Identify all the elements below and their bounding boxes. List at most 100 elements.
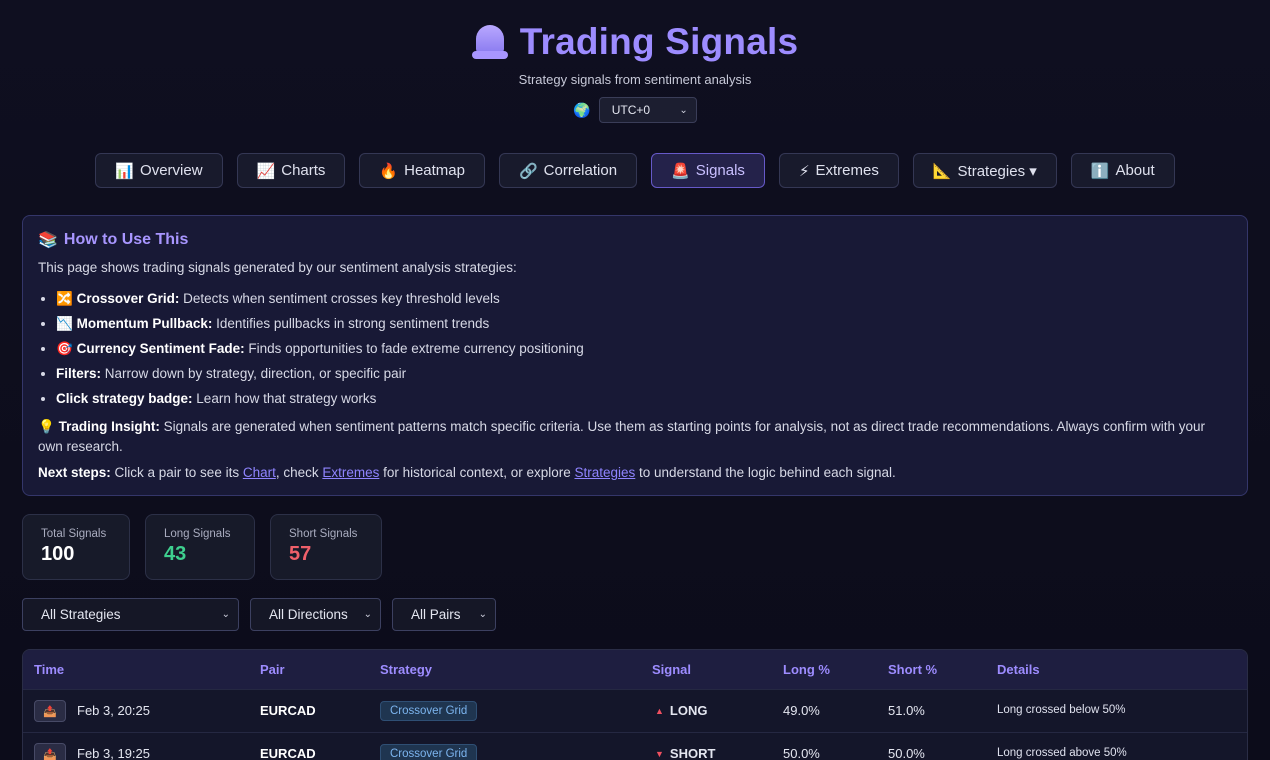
lightning-icon: ⚡ — [798, 162, 810, 180]
list-item: 🔀 Crossover Grid: Detects when sentiment… — [56, 286, 1232, 311]
chevron-down-icon: ⌄ — [679, 104, 688, 116]
stat-value: 43 — [164, 543, 187, 565]
chart-bar-icon: 📊 — [115, 162, 135, 180]
page-subtitle: Strategy signals from sentiment analysis — [518, 72, 752, 87]
trading-insight: 💡 Trading Insight: Signals are generated… — [38, 417, 1232, 457]
export-icon[interactable]: 📤 — [34, 700, 66, 722]
row-time: Feb 3, 20:25 — [77, 703, 150, 718]
col-time[interactable]: Time — [34, 662, 64, 677]
row-details: Long crossed above 50% — [997, 747, 1127, 759]
insight-text: Signals are generated when sentiment pat… — [38, 419, 1206, 454]
tab-label: About — [1115, 162, 1155, 179]
next-text: for historical context, or explore — [379, 465, 575, 480]
item-text: Learn how that strategy works — [192, 391, 377, 406]
col-strategy[interactable]: Strategy — [380, 662, 432, 677]
row-signal: ▲ LONG — [655, 703, 707, 718]
tab-charts[interactable]: 📈 Charts — [236, 153, 346, 188]
row-signal: ▼ SHORT — [655, 746, 715, 760]
triangle-down-icon: ▼ — [655, 748, 664, 759]
list-item: 📉 Momentum Pullback: Identifies pullback… — [56, 311, 1232, 336]
timezone-select[interactable]: UTC+0 ⌄ — [598, 97, 697, 123]
strategies-link[interactable]: Strategies — [574, 465, 635, 480]
title-row: Trading Signals — [0, 20, 1270, 64]
table-row[interactable]: 📤 Feb 3, 20:25 EURCAD Crossover Grid ▲ LO… — [23, 689, 1247, 732]
insight-title: Trading Insight: — [58, 419, 160, 434]
item-text: Identifies pullbacks in strong sentiment… — [212, 316, 490, 331]
col-signal[interactable]: Signal — [652, 662, 691, 677]
how-to-title: How to Use This — [63, 231, 189, 248]
tab-heatmap[interactable]: 🔥 Heatmap — [359, 153, 485, 188]
table-row[interactable]: 📤 Feb 3, 19:25 EURCAD Crossover Grid ▼ SH… — [23, 732, 1247, 760]
triangle-up-icon: ▲ — [655, 705, 664, 716]
row-pair[interactable]: EURCAD — [260, 703, 316, 718]
next-text: to understand the logic behind each sign… — [635, 465, 896, 480]
next-text: Click a pair to see its — [110, 465, 243, 480]
lightbulb-icon: 💡 — [38, 419, 55, 434]
item-text: Finds opportunities to fade extreme curr… — [244, 341, 584, 356]
pair-filter-select[interactable]: All Pairs ⌄ — [392, 598, 496, 631]
item-title: Momentum Pullback: — [76, 316, 213, 331]
row-short-pct: 51.0% — [888, 703, 925, 718]
stat-short-signals: Short Signals 57 — [270, 514, 382, 580]
col-long[interactable]: Long % — [783, 662, 830, 677]
main-nav: 📊 Overview 📈 Charts 🔥 Heatmap 🔗 Correlation … — [0, 153, 1270, 188]
row-long-pct: 49.0% — [783, 703, 820, 718]
chart-up-icon: 📈 — [256, 162, 276, 180]
stat-label: Long Signals — [164, 528, 231, 540]
timezone-row: 🌍 UTC+0 ⌄ — [0, 97, 1270, 123]
strategy-badge[interactable]: Crossover Grid — [380, 701, 478, 721]
signals-table: Time Pair Strategy Signal Long % Short %… — [22, 649, 1248, 760]
chart-link[interactable]: Chart — [243, 465, 276, 480]
info-icon: ℹ️ — [1090, 162, 1110, 180]
item-title: Currency Sentiment Fade: — [76, 341, 245, 356]
tab-about[interactable]: ℹ️ About — [1070, 153, 1175, 188]
filter-value: All Pairs — [411, 607, 461, 622]
tab-overview[interactable]: 📊 Overview — [95, 153, 223, 188]
tab-label: Extremes — [815, 162, 879, 179]
row-pair[interactable]: EURCAD — [260, 746, 316, 760]
list-item: Click strategy badge: Learn how that str… — [56, 386, 1232, 411]
tab-strategies[interactable]: 📐 Strategies ▾ — [912, 153, 1057, 188]
page-header: Trading Signals Strategy signals from se… — [0, 0, 1270, 123]
link-icon: 🔗 — [518, 162, 538, 180]
how-to-intro: This page shows trading signals generate… — [38, 260, 517, 275]
filter-bar: All Strategies ⌄ All Directions ⌄ All Pair… — [22, 598, 496, 631]
extremes-link[interactable]: Extremes — [322, 465, 379, 480]
stat-value: 100 — [41, 543, 75, 565]
how-to-heading: 📚 How to Use This — [38, 230, 1232, 250]
tab-label: Strategies ▾ — [957, 162, 1037, 180]
direction-filter-select[interactable]: All Directions ⌄ — [250, 598, 381, 631]
triangle-ruler-icon: 📐 — [932, 162, 952, 180]
timezone-value: UTC+0 — [611, 103, 651, 117]
tab-correlation[interactable]: 🔗 Correlation — [498, 153, 638, 188]
crossover-icon: 🔀 — [56, 291, 73, 306]
tab-label: Correlation — [543, 162, 618, 179]
item-title: Filters: — [56, 366, 102, 381]
tab-extremes[interactable]: ⚡ Extremes — [778, 153, 899, 188]
bell-icon — [471, 23, 508, 61]
page-title: Trading Signals — [519, 21, 799, 62]
tab-label: Charts — [281, 162, 326, 179]
globe-icon: 🌍 — [573, 101, 591, 118]
stat-long-signals: Long Signals 43 — [145, 514, 255, 580]
filter-value: All Strategies — [41, 607, 121, 622]
stat-label: Total Signals — [41, 528, 107, 540]
strategy-badge[interactable]: Crossover Grid — [380, 744, 478, 760]
row-long-pct: 50.0% — [783, 746, 820, 760]
tab-signals[interactable]: 🚨 Signals — [651, 153, 765, 188]
target-icon: 🎯 — [56, 341, 73, 356]
col-details[interactable]: Details — [997, 662, 1040, 677]
col-short[interactable]: Short % — [888, 662, 937, 677]
stat-value: 57 — [289, 543, 312, 565]
siren-icon: 🚨 — [671, 162, 690, 180]
item-title: Crossover Grid: — [76, 291, 180, 306]
chevron-down-icon: ⌄ — [478, 609, 487, 620]
list-item: Filters: Narrow down by strategy, direct… — [56, 361, 1232, 386]
col-pair[interactable]: Pair — [260, 662, 285, 677]
export-icon[interactable]: 📤 — [34, 743, 66, 760]
strategy-list: 🔀 Crossover Grid: Detects when sentiment… — [38, 286, 1232, 411]
strategy-filter-select[interactable]: All Strategies ⌄ — [22, 598, 239, 631]
signal-label: LONG — [669, 703, 708, 718]
chevron-down-icon: ⌄ — [221, 609, 230, 620]
row-details: Long crossed below 50% — [997, 704, 1126, 716]
